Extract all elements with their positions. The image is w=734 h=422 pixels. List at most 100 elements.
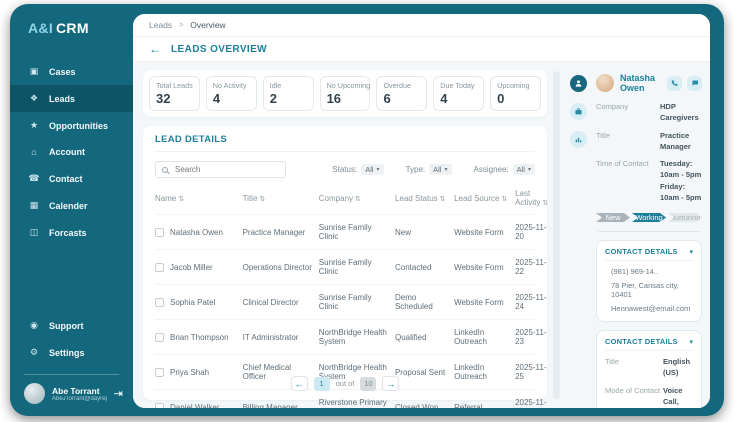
sidebar-footer-nav: ◉ Support ⚙ Settings bbox=[10, 312, 133, 366]
page-body: Total Leads 32 No Activity 4 Idle 2 No U… bbox=[133, 62, 710, 408]
field-value: HDP Caregivers bbox=[660, 102, 699, 123]
filter-dropdown[interactable]: Assignee: All ▾ bbox=[474, 164, 535, 175]
stat-label: No Activity bbox=[212, 81, 247, 90]
stat-card[interactable]: Overdue 6 bbox=[376, 76, 428, 111]
row-checkbox[interactable] bbox=[155, 262, 164, 272]
cell-name: Jacob Miller bbox=[170, 262, 213, 272]
settings-icon: ⚙ bbox=[29, 347, 39, 357]
sort-icon[interactable]: ⇅ bbox=[440, 196, 446, 203]
activity-tab-button[interactable] bbox=[569, 131, 587, 148]
sort-icon[interactable]: ⇅ bbox=[259, 196, 265, 203]
filter-value-chip[interactable]: All ▾ bbox=[429, 164, 452, 175]
sort-icon[interactable]: ⇅ bbox=[355, 196, 361, 203]
stage-chevron[interactable]: New bbox=[596, 213, 630, 222]
stat-card[interactable]: No Upcoming 16 bbox=[319, 76, 371, 111]
stat-value: 2 bbox=[269, 91, 277, 106]
sort-icon[interactable]: ⇅ bbox=[178, 196, 184, 203]
filter-value-chip[interactable]: All ▾ bbox=[361, 164, 384, 175]
sidebar-footer-item[interactable]: ⚙ Settings bbox=[10, 339, 133, 366]
column-header[interactable]: Lead Source ⇅ bbox=[454, 194, 511, 203]
chevron-down-icon: ▾ bbox=[527, 167, 531, 173]
sidebar-item[interactable]: ❖ Leads bbox=[10, 85, 133, 112]
field-label: Time of Contact bbox=[596, 159, 649, 168]
row-checkbox[interactable] bbox=[155, 297, 164, 307]
next-page-button[interactable]: → bbox=[382, 376, 400, 391]
contact-icon: ☎ bbox=[28, 173, 40, 183]
sidebar-item[interactable]: ★ Opportunities bbox=[10, 112, 133, 139]
stat-card[interactable]: Total Leads 32 bbox=[149, 76, 200, 111]
stat-card[interactable]: Idle 2 bbox=[262, 76, 314, 111]
field-value: Tuesday: 10am - 5pm Friday: 10am - 5pm bbox=[660, 159, 702, 202]
title-bar: ← LEADS OVERVIEW bbox=[133, 37, 710, 62]
table-header: Name ⇅ Title ⇅ Company ⇅ Lead Status ⇅ L… bbox=[155, 181, 548, 214]
row-checkbox[interactable] bbox=[155, 402, 164, 408]
sidebar-item[interactable]: ◫ Forcasts bbox=[10, 219, 133, 246]
breadcrumb-leads[interactable]: Leads bbox=[149, 20, 172, 30]
current-page[interactable]: 1 bbox=[313, 376, 330, 391]
scrollbar[interactable] bbox=[553, 71, 560, 399]
search-input[interactable] bbox=[173, 164, 280, 175]
lead-stage-pipeline: New Working Nurturing bbox=[596, 213, 702, 222]
prev-page-button[interactable]: ← bbox=[290, 376, 308, 391]
sidebar-item-label: Support bbox=[49, 320, 84, 331]
column-header[interactable]: Last Activity ⇅ bbox=[515, 189, 555, 207]
chat-button[interactable] bbox=[687, 75, 702, 91]
contact-details-card-2: CONTACT DETAILS ▾ Title English (US) Mod… bbox=[596, 330, 702, 408]
person-tab-button[interactable] bbox=[569, 75, 587, 92]
filter-value-chip[interactable]: All ▾ bbox=[512, 164, 535, 175]
filter-dropdown[interactable]: Type: All ▾ bbox=[406, 164, 452, 175]
logout-icon[interactable]: ⇥ bbox=[114, 387, 123, 400]
chevron-down-icon[interactable]: ▾ bbox=[689, 338, 693, 346]
user-profile[interactable]: Abe Torrant AbeJTorrant@dayrep.com ⇥ bbox=[10, 375, 133, 416]
cell-last-activity: 2025-11-23 bbox=[515, 328, 547, 346]
table-row[interactable]: Jacob Miller Operations Director Sunrise… bbox=[155, 249, 547, 284]
contact-summary-fields: Company HDP Caregivers Title Practice Ma… bbox=[596, 98, 702, 206]
sidebar-item[interactable]: ▦ Calender bbox=[10, 192, 133, 219]
call-button[interactable] bbox=[667, 75, 682, 91]
row-checkbox[interactable] bbox=[155, 332, 164, 342]
stage-chevron[interactable]: Nurturing bbox=[668, 213, 702, 222]
sidebar-item-label: Cases bbox=[49, 66, 76, 77]
cell-name: Brian Thompson bbox=[170, 332, 229, 342]
sort-icon[interactable]: ⇅ bbox=[501, 196, 507, 203]
contact-avatar bbox=[596, 74, 614, 92]
sidebar-item[interactable]: ☎ Contact bbox=[10, 165, 133, 192]
stat-card[interactable]: No Activity 4 bbox=[205, 76, 257, 111]
sidebar-item[interactable]: ▣ Cases bbox=[10, 58, 133, 85]
filter-dropdown[interactable]: Status: All ▾ bbox=[332, 164, 384, 175]
search-box[interactable] bbox=[155, 161, 287, 178]
stat-value: 4 bbox=[212, 91, 221, 106]
field-value: Voice Call, Email bbox=[663, 385, 683, 406]
table-row[interactable]: Natasha Owen Practice Manager Sunrise Fa… bbox=[155, 214, 547, 249]
back-arrow-icon[interactable]: ← bbox=[149, 42, 161, 56]
column-header[interactable]: Name ⇅ bbox=[155, 194, 239, 203]
sidebar-item[interactable]: ⌂ Account bbox=[10, 139, 133, 165]
cell-company: Riverstone Primary Care bbox=[318, 398, 387, 408]
cell-last-activity: 2025-11-20 bbox=[515, 223, 547, 241]
column-header[interactable]: Title ⇅ bbox=[243, 194, 315, 203]
lead-details-title: LEAD DETAILS bbox=[155, 134, 535, 152]
chevron-down-icon: ▾ bbox=[444, 167, 448, 173]
cell-lead-status: Closed Won bbox=[394, 402, 439, 409]
stage-chevron[interactable]: Working bbox=[632, 213, 666, 222]
bar-chart-icon bbox=[575, 137, 581, 143]
company-tab-button[interactable] bbox=[569, 103, 587, 120]
column-header[interactable]: Company ⇅ bbox=[319, 194, 391, 203]
table-row[interactable]: Sophia Patel Clinical Director Sunrise F… bbox=[155, 284, 547, 319]
cell-lead-status: New bbox=[394, 227, 411, 237]
sort-icon[interactable]: ⇅ bbox=[542, 200, 548, 207]
chevron-down-icon[interactable]: ▾ bbox=[689, 248, 693, 256]
stat-card[interactable]: Upcoming 0 bbox=[490, 76, 542, 111]
cell-lead-status: Contacted bbox=[394, 262, 432, 272]
sidebar-footer-item[interactable]: ◉ Support bbox=[10, 312, 133, 339]
column-header[interactable]: Lead Status ⇅ bbox=[395, 194, 450, 203]
content-panel: Leads > Overview ← LEADS OVERVIEW Total … bbox=[133, 14, 710, 408]
chevron-down-icon: ▾ bbox=[376, 167, 380, 173]
user-name: Abe Torrant bbox=[52, 385, 100, 396]
contact-field: Company HDP Caregivers bbox=[596, 98, 702, 127]
stat-value: 16 bbox=[326, 91, 342, 106]
sidebar-item-label: Opportunities bbox=[49, 120, 108, 131]
table-row[interactable]: Brian Thompson IT Administrator NorthBri… bbox=[155, 319, 547, 354]
row-checkbox[interactable] bbox=[155, 227, 164, 237]
stat-card[interactable]: Due Today 4 bbox=[433, 76, 485, 111]
